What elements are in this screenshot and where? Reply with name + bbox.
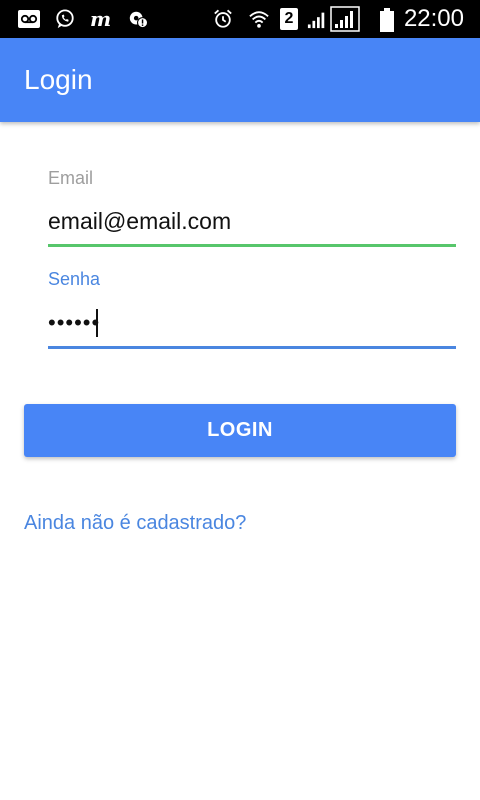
password-field[interactable]: •••••• bbox=[48, 308, 100, 338]
signup-link[interactable]: Ainda não é cadastrado? bbox=[24, 510, 246, 536]
signal-icon bbox=[330, 6, 360, 32]
settings-alert-icon bbox=[129, 11, 149, 29]
password-label: Senha bbox=[48, 269, 101, 289]
text-cursor bbox=[96, 309, 98, 337]
sim-icon: 2 bbox=[280, 8, 298, 30]
svg-text:m: m bbox=[90, 9, 111, 29]
email-field[interactable]: email@email.com bbox=[48, 206, 231, 236]
signal-icon bbox=[307, 12, 325, 29]
login-button-label: LOGIN bbox=[207, 419, 273, 441]
status-bar: m 2 22:00 bbox=[0, 0, 480, 38]
page-title: Login bbox=[24, 64, 93, 95]
voicemail-icon bbox=[18, 10, 40, 28]
email-label: Email bbox=[48, 168, 94, 188]
wifi-icon bbox=[249, 11, 269, 28]
status-time: 22:00 bbox=[403, 5, 464, 32]
whatsapp-icon bbox=[56, 9, 74, 29]
battery-icon bbox=[380, 8, 394, 32]
login-button[interactable]: LOGIN bbox=[24, 404, 456, 457]
email-underline bbox=[48, 244, 456, 247]
sim-label: 2 bbox=[284, 10, 294, 27]
password-underline bbox=[48, 346, 456, 349]
alarm-icon bbox=[214, 9, 232, 28]
app-bar: Login bbox=[0, 38, 480, 122]
m-app-icon: m bbox=[90, 9, 111, 29]
